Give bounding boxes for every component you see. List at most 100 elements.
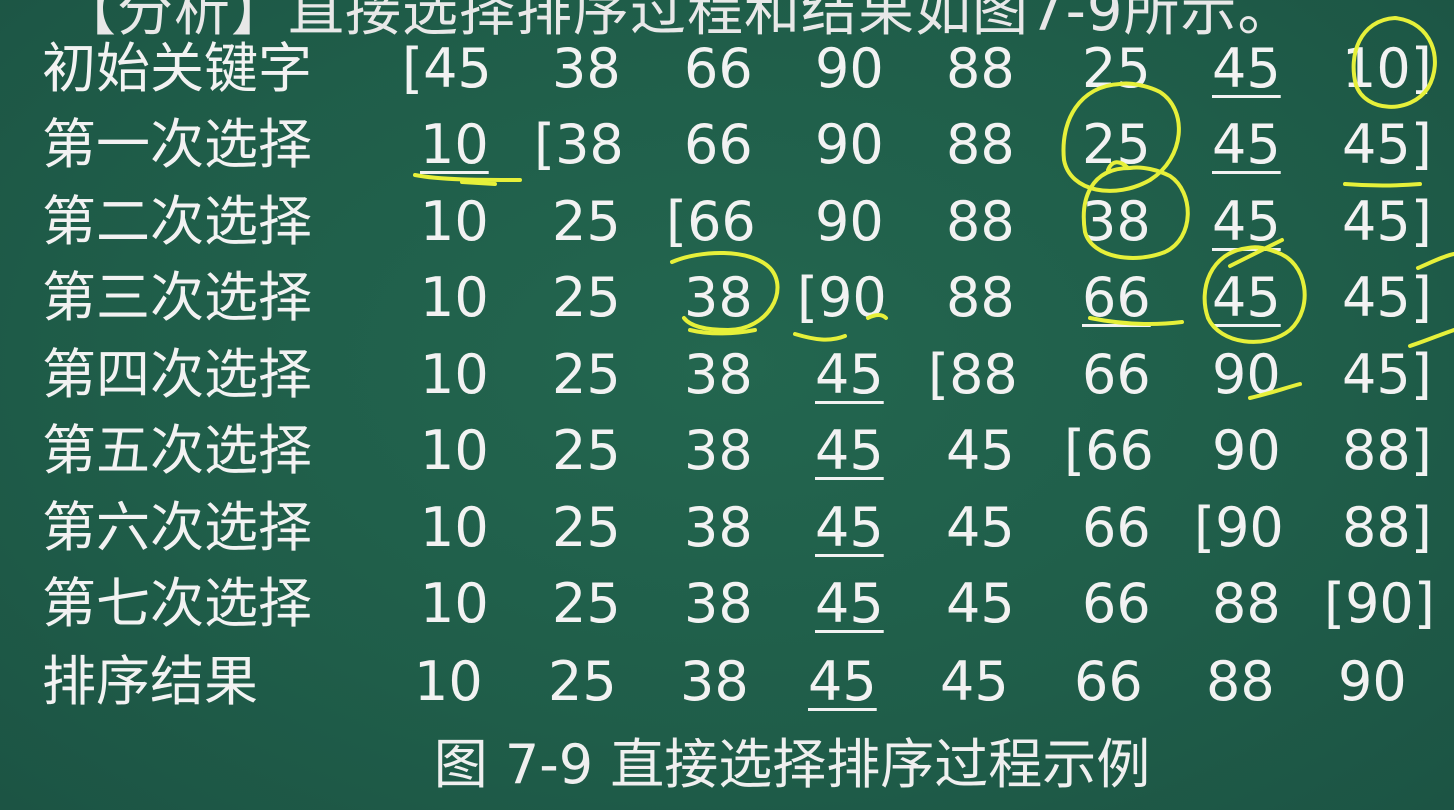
key-cell: 66 bbox=[684, 30, 753, 108]
key-value: 45 bbox=[815, 572, 884, 635]
key-value: 45 bbox=[1212, 190, 1281, 253]
key-value: 88 bbox=[1206, 650, 1275, 713]
key-value: 38 bbox=[684, 572, 753, 635]
sort-row: 第三次选择 10 25 38 [90 88 66 45 45] bbox=[0, 259, 1454, 337]
sort-row: 第六次选择 10 25 38 45 45 66 [90 88] bbox=[0, 489, 1454, 567]
row-label: 第三次选择 bbox=[42, 266, 312, 329]
key-cell: 90 bbox=[1212, 336, 1281, 414]
key-value: 38 bbox=[684, 266, 753, 329]
key-cell: 25 bbox=[552, 183, 621, 261]
key-cell: 88 bbox=[1206, 643, 1275, 721]
key-value: 66 bbox=[684, 113, 753, 176]
row-label: 第五次选择 bbox=[42, 419, 312, 482]
key-value: 88] bbox=[1342, 419, 1432, 482]
key-value: [38 bbox=[534, 113, 624, 176]
key-cell: 45 bbox=[946, 565, 1015, 643]
row-label: 第六次选择 bbox=[42, 496, 312, 559]
key-cell: [90 bbox=[1194, 489, 1284, 567]
key-value: 45 bbox=[946, 572, 1015, 635]
key-cell: 10 bbox=[420, 489, 489, 567]
key-cell: 66 bbox=[1082, 565, 1151, 643]
key-cell: 88 bbox=[1212, 565, 1281, 643]
key-cell: 10] bbox=[1342, 30, 1432, 108]
key-cell: 45 bbox=[815, 489, 884, 567]
row-label: 第一次选择 bbox=[42, 113, 312, 176]
key-value: 45 bbox=[815, 419, 884, 482]
key-value: 25 bbox=[552, 572, 621, 635]
key-cell: 45] bbox=[1342, 106, 1432, 184]
row-label: 第二次选择 bbox=[42, 190, 312, 253]
key-cell: 88 bbox=[946, 183, 1015, 261]
key-cell: 10 bbox=[420, 106, 489, 184]
key-value: [66 bbox=[666, 190, 756, 253]
key-value: 10 bbox=[420, 113, 489, 176]
sort-row: 第五次选择 10 25 38 45 45 [66 90 88] bbox=[0, 412, 1454, 490]
key-cell: 45] bbox=[1342, 183, 1432, 261]
key-value: 25 bbox=[552, 419, 621, 482]
figure-caption: 图 7-9 直接选择排序过程示例 bbox=[433, 733, 1151, 796]
key-value: 25 bbox=[552, 496, 621, 559]
key-value: 90 bbox=[815, 37, 884, 100]
key-value: 25 bbox=[552, 343, 621, 406]
key-cell: 10 bbox=[414, 643, 483, 721]
key-cell: 45 bbox=[1212, 30, 1281, 108]
key-value: 45 bbox=[815, 496, 884, 559]
key-cell: 10 bbox=[420, 336, 489, 414]
key-cell: 38 bbox=[684, 336, 753, 414]
key-value: 10] bbox=[1342, 37, 1432, 100]
key-value: 45] bbox=[1342, 113, 1432, 176]
key-cell: 90 bbox=[815, 183, 884, 261]
key-cell: 88 bbox=[946, 30, 1015, 108]
key-cell: 90 bbox=[1338, 643, 1407, 721]
key-value: 10 bbox=[420, 190, 489, 253]
key-value: 38 bbox=[684, 343, 753, 406]
key-cell: 45 bbox=[1212, 106, 1281, 184]
key-cell: 45 bbox=[815, 336, 884, 414]
key-value: 38 bbox=[552, 37, 621, 100]
key-cell: 45] bbox=[1342, 259, 1432, 337]
key-value: 38 bbox=[680, 650, 749, 713]
key-cell: 88 bbox=[946, 106, 1015, 184]
key-value: 10 bbox=[414, 650, 483, 713]
key-value: 90 bbox=[1212, 419, 1281, 482]
key-value: 38 bbox=[1082, 190, 1151, 253]
key-cell: 38 bbox=[684, 259, 753, 337]
key-value: 10 bbox=[420, 419, 489, 482]
key-value: 25 bbox=[552, 266, 621, 329]
key-value: 38 bbox=[684, 419, 753, 482]
key-value: 25 bbox=[1082, 37, 1151, 100]
sort-row: 排序结果 10 25 38 45 45 66 88 90 bbox=[0, 643, 1454, 721]
key-value: 45 bbox=[946, 496, 1015, 559]
key-cell: 45] bbox=[1342, 336, 1432, 414]
row-label: 初始关键字 bbox=[42, 37, 312, 100]
key-cell: 10 bbox=[420, 565, 489, 643]
key-cell: 25 bbox=[552, 412, 621, 490]
row-label: 第四次选择 bbox=[42, 343, 312, 406]
key-value: [90] bbox=[1324, 572, 1435, 635]
key-cell: 90 bbox=[815, 106, 884, 184]
key-value: 45 bbox=[1212, 113, 1281, 176]
key-value: 10 bbox=[420, 496, 489, 559]
key-cell: 88] bbox=[1342, 489, 1432, 567]
key-value: 66 bbox=[1082, 496, 1151, 559]
key-value: [88 bbox=[928, 343, 1018, 406]
key-cell: 66 bbox=[1082, 489, 1151, 567]
key-cell: 66 bbox=[1082, 259, 1151, 337]
key-value: 10 bbox=[420, 572, 489, 635]
key-value: 25 bbox=[552, 190, 621, 253]
key-cell: [88 bbox=[928, 336, 1018, 414]
sort-row: 初始关键字 [45 38 66 90 88 25 45 10] bbox=[0, 30, 1454, 108]
key-value: 66 bbox=[1082, 572, 1151, 635]
key-cell: 25 bbox=[552, 336, 621, 414]
sort-row: 第七次选择 10 25 38 45 45 66 88 [90] bbox=[0, 565, 1454, 643]
row-label: 第七次选择 bbox=[42, 572, 312, 635]
key-value: [45 bbox=[402, 37, 492, 100]
key-value: 66 bbox=[1074, 650, 1143, 713]
key-cell: 38 bbox=[684, 412, 753, 490]
key-value: [90 bbox=[1194, 496, 1284, 559]
key-cell: 66 bbox=[1082, 336, 1151, 414]
key-cell: 38 bbox=[680, 643, 749, 721]
key-cell: 38 bbox=[1082, 183, 1151, 261]
key-cell: 66 bbox=[684, 106, 753, 184]
key-value: 10 bbox=[420, 343, 489, 406]
